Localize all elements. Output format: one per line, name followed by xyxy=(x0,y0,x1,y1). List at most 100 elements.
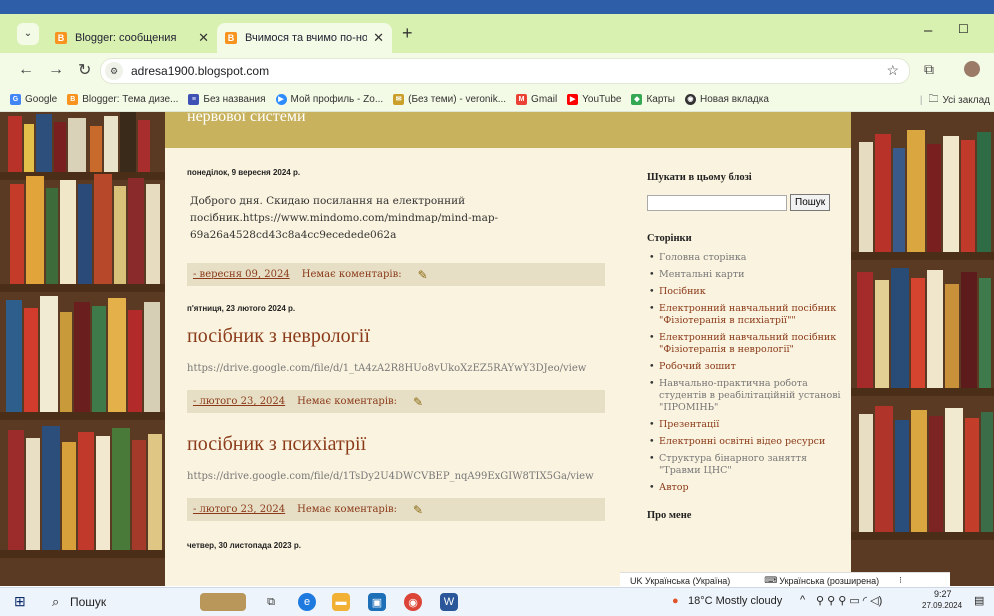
word-icon[interactable]: W xyxy=(440,593,458,611)
page-link[interactable]: Електронний навчальний посібник "Фізіоте… xyxy=(647,332,847,356)
language-current[interactable]: UK Українська (Україна) xyxy=(630,576,730,586)
language-layout[interactable]: Українська (розширена) xyxy=(779,576,879,586)
maps-icon: ◆ xyxy=(631,93,643,105)
search-input[interactable] xyxy=(647,194,787,211)
page-link[interactable]: Автор xyxy=(647,482,847,494)
url-field[interactable]: ⚙ adresa1900.blogspot.com ☆ xyxy=(100,58,910,84)
pencil-icon[interactable]: ✎ xyxy=(418,268,428,282)
bookshelf-background-left xyxy=(0,112,165,586)
comments-link[interactable]: Немає коментарів: xyxy=(302,269,402,280)
minimize-icon[interactable]: – xyxy=(924,22,932,39)
blog-sidebar: Шукати в цьому блозі Пошук Сторінки Голо… xyxy=(647,172,847,521)
url-text: adresa1900.blogspot.com xyxy=(131,64,270,78)
chrome-icon: ◉ xyxy=(684,93,696,105)
bookmark-new-tab[interactable]: ◉ Новая вкладка xyxy=(684,93,769,105)
page-link[interactable]: Робочий зошит xyxy=(647,361,847,373)
bookshelf-background-right xyxy=(851,112,994,586)
pencil-icon[interactable]: ✎ xyxy=(413,395,423,409)
tab-title: Вчимося та вчимо по-новому xyxy=(245,31,368,44)
post-body[interactable]: https://drive.google.com/file/d/1TsDy2U4… xyxy=(187,468,605,486)
clock-date[interactable]: 27.09.2024 xyxy=(922,601,962,610)
page-link[interactable]: Навчально-практична робота студентів в р… xyxy=(647,378,847,414)
bookmark-google[interactable]: G Google xyxy=(10,93,57,105)
language-bar-options-icon[interactable]: ⁝ xyxy=(899,575,902,586)
blogger-icon: B xyxy=(225,31,237,44)
language-bar: UK Українська (Україна) ⌨ Українська (ро… xyxy=(620,572,950,588)
tab-search-button[interactable]: ⌄ xyxy=(17,22,39,45)
star-icon[interactable]: ☆ xyxy=(886,62,899,79)
post-date: четвер, 30 листопада 2023 р. xyxy=(187,541,301,550)
pages-heading: Сторінки xyxy=(647,233,692,244)
post-date-link[interactable]: - вересня 09, 2024 xyxy=(193,269,290,280)
comments-link[interactable]: Немає коментарів: xyxy=(297,396,397,407)
extensions-icon[interactable]: ⧉ xyxy=(924,61,934,78)
blogger-icon: B xyxy=(67,93,79,105)
reload-icon[interactable]: ↻ xyxy=(78,60,91,80)
page-link[interactable]: Головна сторінка xyxy=(647,252,847,264)
forward-icon[interactable]: → xyxy=(48,61,64,79)
post-date: п'ятниця, 23 лютого 2024 р. xyxy=(187,304,296,313)
post-title[interactable]: посібник з психіатрії xyxy=(187,433,605,456)
page-link[interactable]: Презентації xyxy=(647,419,847,431)
bookmark-zoom[interactable]: ▶ Мой профиль - Zo... xyxy=(275,93,383,105)
post-date-link[interactable]: - лютого 23, 2024 xyxy=(193,504,285,515)
zoom-icon: ▶ xyxy=(275,93,287,105)
search-icon: ⌕ xyxy=(52,594,60,609)
blog-container: нервової системи понеділок, 9 вересня 20… xyxy=(165,112,851,586)
bookmarks-bar: G Google B Blogger: Тема дизе... ≡ Без назв… xyxy=(0,87,994,112)
post-body: Доброго дня. Скидаю посилання на електро… xyxy=(190,195,499,241)
avatar[interactable] xyxy=(964,61,980,77)
tab-title: Blogger: сообщения xyxy=(75,31,177,44)
posts-column: понеділок, 9 вересня 2024 р. Доброго дня… xyxy=(187,168,605,550)
pencil-icon[interactable]: ✎ xyxy=(413,503,423,517)
mail-icon: ✉ xyxy=(393,93,405,105)
post-footer: - лютого 23, 2024 Немає коментарів: ✎ xyxy=(187,390,605,413)
tab-blogger-messages[interactable]: B Blogger: сообщения ✕ xyxy=(47,23,217,53)
forms-icon: ≡ xyxy=(188,93,200,105)
post-body[interactable]: https://drive.google.com/file/d/1_tA4zA2… xyxy=(187,360,605,378)
taskbar-search[interactable]: Пошук xyxy=(70,595,106,609)
widget-castle-icon[interactable] xyxy=(200,593,246,611)
youtube-icon: ▶ xyxy=(567,93,579,105)
blog-title[interactable]: нервової системи xyxy=(187,112,306,126)
page-link[interactable]: Структура бінарного заняття "Травми ЦНС" xyxy=(647,453,847,477)
page-link[interactable]: Електронний навчальний посібник "Фізіоте… xyxy=(647,303,847,327)
close-icon[interactable]: ✕ xyxy=(373,30,384,46)
bookmark-blogger[interactable]: B Blogger: Тема дизе... xyxy=(67,93,178,105)
tray-icons[interactable]: ⚲ ⚲ ⚲ ▭ ◜ ◁) xyxy=(816,594,882,607)
taskbar: ⊞ ⌕ Пошук ⧉ e ▬ ▣ ◉ W ● 18°C Mostly clou… xyxy=(0,587,994,616)
tray-chevron-icon[interactable]: ^ xyxy=(800,594,805,606)
weather-icon: ● xyxy=(672,595,679,607)
post-date-link[interactable]: - лютого 23, 2024 xyxy=(193,396,285,407)
edge-icon[interactable]: e xyxy=(298,593,316,611)
back-icon[interactable]: ← xyxy=(18,61,34,79)
comments-link[interactable]: Немає коментарів: xyxy=(297,504,397,515)
maximize-icon[interactable]: ☐ xyxy=(958,22,969,36)
clock-time[interactable]: 9:27 xyxy=(934,589,952,599)
site-info-icon[interactable]: ⚙ xyxy=(105,62,123,80)
close-icon[interactable]: ✕ xyxy=(198,30,209,46)
weather-text[interactable]: 18°C Mostly cloudy xyxy=(688,595,782,607)
folder-icon: 🗀 xyxy=(928,94,939,105)
bookmark-youtube[interactable]: ▶ YouTube xyxy=(567,93,621,105)
search-button[interactable]: Пошук xyxy=(790,194,831,211)
all-bookmarks[interactable]: | 🗀 Усі заклад xyxy=(920,92,990,109)
bookmark-gmail[interactable]: M Gmail xyxy=(516,93,557,105)
post-date: понеділок, 9 вересня 2024 р. xyxy=(187,168,301,177)
tab-blog-active[interactable]: B Вчимося та вчимо по-новому ✕ xyxy=(217,22,392,53)
windows-start-icon[interactable]: ⊞ xyxy=(14,593,26,610)
chrome-icon[interactable]: ◉ xyxy=(404,593,422,611)
post-title[interactable]: посібник з неврології xyxy=(187,325,605,348)
bookmark-forms[interactable]: ≡ Без названия xyxy=(188,93,266,105)
task-view-icon[interactable]: ⧉ xyxy=(262,593,280,611)
notification-icon[interactable]: ▤ xyxy=(974,594,984,607)
page-link[interactable]: Посібник xyxy=(647,286,847,298)
file-explorer-icon[interactable]: ▬ xyxy=(332,593,350,611)
bookmark-maps[interactable]: ◆ Карты xyxy=(631,93,675,105)
bookmark-mail[interactable]: ✉ (Без теми) - veronik... xyxy=(393,93,506,105)
new-tab-button[interactable]: + xyxy=(402,23,413,44)
page-link[interactable]: Електронні освітні відео ресурси xyxy=(647,436,847,448)
store-icon[interactable]: ▣ xyxy=(368,593,386,611)
address-bar: ← → ↻ ⚙ adresa1900.blogspot.com ☆ ⧉ xyxy=(0,53,994,87)
page-link[interactable]: Ментальні карти xyxy=(647,269,847,281)
